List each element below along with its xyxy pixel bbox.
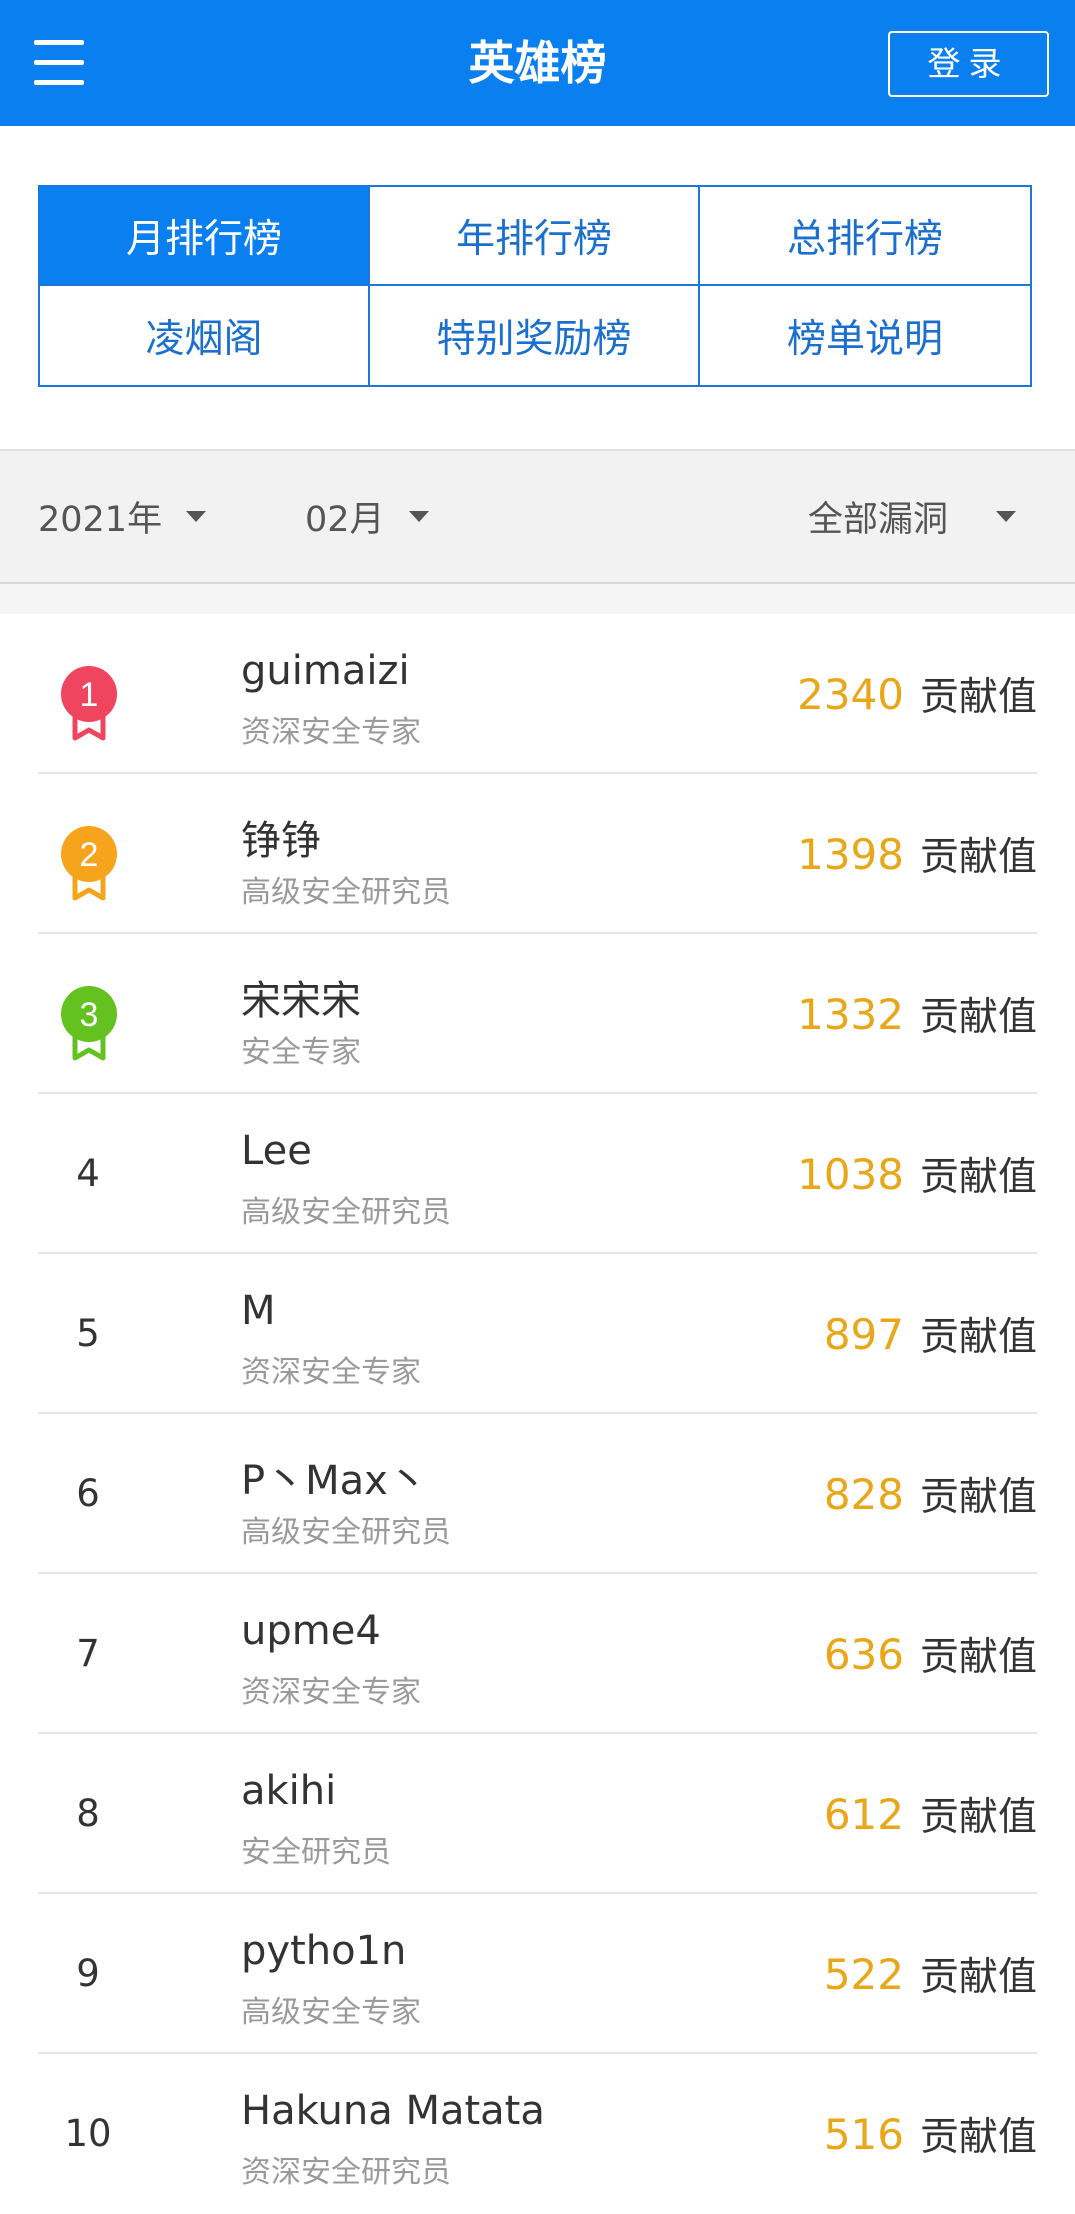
filter-bar: 2021年 02月 全部漏洞 xyxy=(0,449,1075,584)
contribution-score: 828 xyxy=(823,1469,904,1519)
app-header: 英雄榜 登录 xyxy=(0,0,1075,126)
user-title: 资深安全专家 xyxy=(241,1675,421,1710)
ranking-list: 1 guimaizi 资深安全专家 2340 贡献值 2 铮铮 高级安全研究员 1398 贡献值 3… xyxy=(0,614,1075,2214)
user-title: 高级安全研究员 xyxy=(241,875,451,910)
score-block: 1038 贡献值 xyxy=(797,1094,1037,1254)
rank-medal-icon: 3 xyxy=(59,984,119,1064)
ranking-row[interactable]: 9 pytho1n 高级安全专家 522 贡献值 xyxy=(38,1894,1037,2054)
ranking-tabs: 月排行榜 年排行榜 总排行榜 凌烟阁 特别奖励榜 榜单说明 xyxy=(38,185,1032,387)
score-block: 1332 贡献值 xyxy=(797,934,1037,1094)
score-block: 897 贡献值 xyxy=(824,1254,1037,1414)
ranking-row[interactable]: 6 P丶Max丶高级安全研究员 828 贡献值 xyxy=(38,1414,1037,1574)
month-select[interactable]: 02月 xyxy=(305,451,429,582)
score-unit-label: 贡献值 xyxy=(919,2115,1037,2160)
ranking-row[interactable]: 5 M 资深安全专家 897 贡献值 xyxy=(38,1254,1037,1414)
rank-number: 10 xyxy=(64,2112,112,2155)
year-select-label: 2021年 xyxy=(38,500,163,540)
contribution-score: 897 xyxy=(823,1309,904,1359)
user-name[interactable]: upme4 xyxy=(241,1608,381,1654)
user-name[interactable]: pytho1n xyxy=(241,1928,406,1974)
user-name[interactable]: guimaizi xyxy=(241,648,410,694)
rank-number: 1 xyxy=(80,676,99,714)
vuln-category-select[interactable]: 全部漏洞 xyxy=(808,451,1017,582)
score-unit-label: 贡献值 xyxy=(919,675,1037,720)
ranking-row[interactable]: 7 upme4 资深安全专家 636 贡献值 xyxy=(38,1574,1037,1734)
score-block: 636 贡献值 xyxy=(824,1574,1037,1734)
user-name[interactable]: P丶Max丶 xyxy=(241,1448,428,1506)
user-name[interactable]: 铮铮 xyxy=(241,808,321,866)
chevron-down-icon xyxy=(408,511,429,522)
ranking-row[interactable]: 8 akihi 安全研究员 612 贡献值 xyxy=(38,1734,1037,1894)
user-title: 资深安全专家 xyxy=(241,715,421,750)
menu-icon[interactable] xyxy=(34,40,84,86)
rank-medal-icon: 2 xyxy=(59,824,119,904)
score-unit-label: 贡献值 xyxy=(919,995,1037,1040)
tab-lingyange[interactable]: 凌烟阁 xyxy=(40,286,370,385)
score-block: 2340 贡献值 xyxy=(797,614,1037,774)
rank-number: 7 xyxy=(76,1632,100,1675)
rank-number: 3 xyxy=(80,996,99,1034)
contribution-score: 2340 xyxy=(797,669,904,719)
rank-number: 5 xyxy=(76,1312,100,1355)
score-unit-label: 贡献值 xyxy=(919,1475,1037,1520)
user-name[interactable]: Hakuna Matata xyxy=(241,2088,545,2134)
tab-special-reward[interactable]: 特别奖励榜 xyxy=(370,286,700,385)
contribution-score: 612 xyxy=(823,1789,904,1839)
month-select-label: 02月 xyxy=(305,500,385,540)
rank-number: 6 xyxy=(76,1472,100,1515)
score-block: 522 贡献值 xyxy=(824,1894,1037,2054)
user-name[interactable]: M xyxy=(241,1288,276,1334)
contribution-score: 636 xyxy=(823,1629,904,1679)
contribution-score: 1038 xyxy=(797,1149,904,1199)
score-unit-label: 贡献值 xyxy=(919,835,1037,880)
category-select-label: 全部漏洞 xyxy=(808,500,949,540)
user-name[interactable]: akihi xyxy=(241,1768,336,1814)
user-title: 高级安全研究员 xyxy=(241,1515,451,1550)
rank-medal-icon: 1 xyxy=(59,664,119,744)
tab-yearly[interactable]: 年排行榜 xyxy=(370,187,700,286)
user-title: 资深安全专家 xyxy=(241,1355,421,1390)
tab-monthly[interactable]: 月排行榜 xyxy=(40,187,370,286)
year-select[interactable]: 2021年 xyxy=(38,451,207,582)
contribution-score: 522 xyxy=(823,1949,904,1999)
rank-number: 8 xyxy=(76,1792,100,1835)
login-button[interactable]: 登录 xyxy=(888,31,1049,97)
user-title: 资深安全研究员 xyxy=(241,2155,451,2190)
rank-number: 4 xyxy=(76,1152,100,1195)
user-title: 安全专家 xyxy=(241,1035,361,1070)
user-title: 安全研究员 xyxy=(241,1835,391,1870)
ranking-row[interactable]: 10 Hakuna Matata 资深安全研究员 516 贡献值 xyxy=(38,2054,1037,2214)
score-block: 612 贡献值 xyxy=(824,1734,1037,1894)
contribution-score: 1398 xyxy=(797,829,904,879)
score-unit-label: 贡献值 xyxy=(919,1955,1037,2000)
ranking-row[interactable]: 4 Lee 高级安全研究员 1038 贡献值 xyxy=(38,1094,1037,1254)
score-unit-label: 贡献值 xyxy=(919,1635,1037,1680)
score-block: 828 贡献值 xyxy=(824,1414,1037,1574)
tab-overall[interactable]: 总排行榜 xyxy=(700,187,1030,286)
user-name[interactable]: Lee xyxy=(241,1128,312,1174)
score-block: 516 贡献值 xyxy=(824,2054,1037,2214)
rank-number: 2 xyxy=(80,836,99,874)
divider xyxy=(0,584,1075,614)
contribution-score: 516 xyxy=(823,2109,904,2159)
user-name[interactable]: 宋宋宋 xyxy=(241,968,361,1026)
ranking-row[interactable]: 2 铮铮高级安全研究员 1398 贡献值 xyxy=(38,774,1037,934)
user-title: 高级安全研究员 xyxy=(241,1195,451,1230)
contribution-score: 1332 xyxy=(797,989,904,1039)
score-unit-label: 贡献值 xyxy=(919,1155,1037,1200)
user-title: 高级安全专家 xyxy=(241,1995,421,2030)
chevron-down-icon xyxy=(996,511,1017,522)
score-unit-label: 贡献值 xyxy=(919,1795,1037,1840)
ranking-row[interactable]: 3 宋宋宋安全专家 1332 贡献值 xyxy=(38,934,1037,1094)
chevron-down-icon xyxy=(186,511,207,522)
rank-number: 9 xyxy=(76,1952,100,1995)
score-block: 1398 贡献值 xyxy=(797,774,1037,934)
tab-ranking-rules[interactable]: 榜单说明 xyxy=(700,286,1030,385)
ranking-row[interactable]: 1 guimaizi 资深安全专家 2340 贡献值 xyxy=(38,614,1037,774)
score-unit-label: 贡献值 xyxy=(919,1315,1037,1360)
